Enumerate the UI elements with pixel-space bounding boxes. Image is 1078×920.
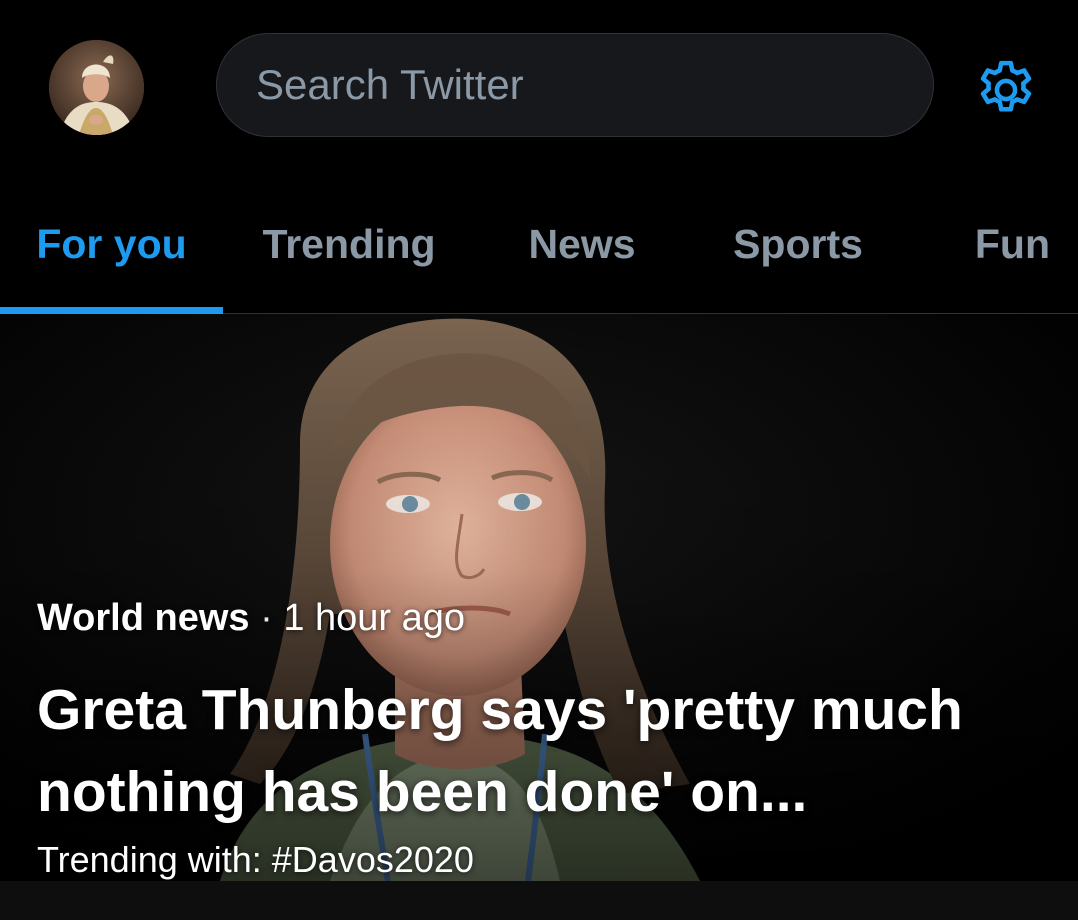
- featured-story-card[interactable]: World news · 1 hour ago Greta Thunberg s…: [0, 314, 1078, 881]
- explore-tabs: For you Trending News Sports Fun: [0, 175, 1078, 314]
- active-tab-indicator: [0, 307, 223, 314]
- tab-fun[interactable]: Fun: [907, 175, 1078, 314]
- gear-icon: [980, 60, 1032, 112]
- search-bar[interactable]: [216, 33, 934, 137]
- tab-label: For you: [36, 221, 187, 267]
- tab-trending[interactable]: Trending: [223, 175, 475, 314]
- tab-label: Trending: [262, 221, 436, 267]
- meta-separator: ·: [260, 597, 273, 639]
- explore-screen: For you Trending News Sports Fun: [0, 0, 1078, 920]
- settings-gear-icon[interactable]: [972, 56, 1040, 124]
- search-input[interactable]: [254, 60, 898, 110]
- story-trending-tag: Trending with: #Davos2020: [37, 839, 474, 880]
- next-item-peek: [0, 881, 1078, 920]
- avatar-portrait: [49, 40, 144, 135]
- tab-news[interactable]: News: [475, 175, 689, 314]
- tab-sports[interactable]: Sports: [689, 175, 907, 314]
- top-bar: [0, 0, 1078, 175]
- tab-for-you[interactable]: For you: [0, 175, 223, 314]
- story-timestamp: 1 hour ago: [283, 597, 466, 639]
- story-headline: Greta Thunberg says 'pretty much nothing…: [37, 678, 963, 824]
- tab-label: News: [528, 221, 636, 267]
- profile-avatar[interactable]: [49, 40, 144, 135]
- story-category: World news: [37, 597, 250, 639]
- story-meta: World news · 1 hour ago: [37, 597, 465, 640]
- tab-label: Fun: [974, 221, 1050, 267]
- tab-label: Sports: [733, 221, 863, 267]
